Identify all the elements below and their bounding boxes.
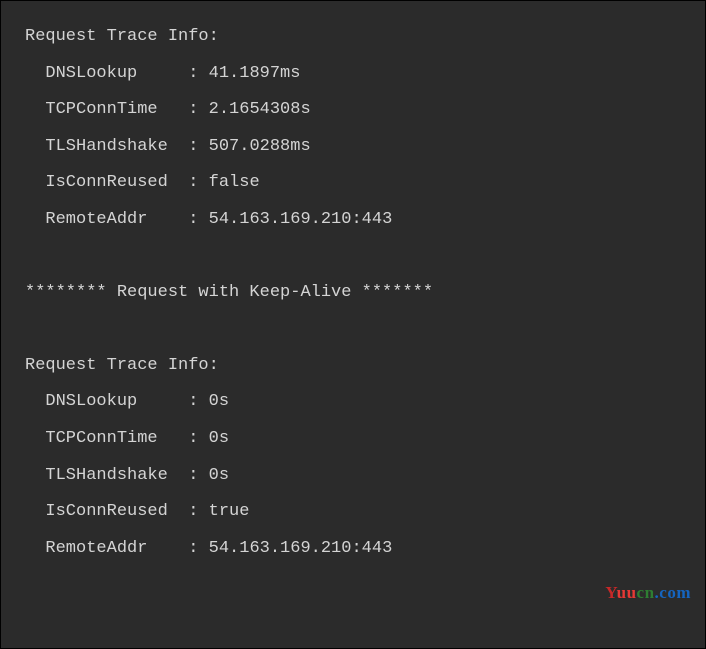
trace-value: 54.163.169.210:443 <box>209 539 393 558</box>
trace-label: DNSLookup <box>25 392 178 411</box>
trace-value: 2.1654308s <box>209 100 311 119</box>
trace-row: IsConnReused : false <box>25 165 705 202</box>
blank-line <box>25 238 705 275</box>
trace-label: RemoteAddr <box>25 210 178 229</box>
watermark: Yuucn.com <box>605 575 691 612</box>
trace-label: TCPConnTime <box>25 429 178 448</box>
trace-heading: Request Trace Info: <box>25 348 705 385</box>
trace-value: 0s <box>209 392 229 411</box>
trace-label: IsConnReused <box>25 502 178 521</box>
trace-label: TLSHandshake <box>25 466 178 485</box>
watermark-text: Y <box>605 583 616 602</box>
trace-row: DNSLookup : 0s <box>25 384 705 421</box>
trace-value: false <box>209 173 260 192</box>
trace-sep: : <box>178 210 209 229</box>
trace-value: 54.163.169.210:443 <box>209 210 393 229</box>
trace-row: RemoteAddr : 54.163.169.210:443 <box>25 202 705 239</box>
trace-sep: : <box>178 64 209 83</box>
trace-label: TLSHandshake <box>25 137 178 156</box>
trace-sep: : <box>178 539 209 558</box>
trace-row: TCPConnTime : 0s <box>25 421 705 458</box>
trace-label: DNSLookup <box>25 64 178 83</box>
trace-row: IsConnReused : true <box>25 494 705 531</box>
trace-value: 0s <box>209 466 229 485</box>
trace-value: 0s <box>209 429 229 448</box>
trace-sep: : <box>178 100 209 119</box>
trace-heading: Request Trace Info: <box>25 19 705 56</box>
trace-label: IsConnReused <box>25 173 178 192</box>
trace-sep: : <box>178 502 209 521</box>
trace-value: 507.0288ms <box>209 137 311 156</box>
trace-sep: : <box>178 173 209 192</box>
blank-line <box>25 311 705 348</box>
trace-label: TCPConnTime <box>25 100 178 119</box>
trace-row: TCPConnTime : 2.1654308s <box>25 92 705 129</box>
watermark-text: .com <box>655 583 691 602</box>
trace-value: 41.1897ms <box>209 64 301 83</box>
trace-sep: : <box>178 392 209 411</box>
trace-row: TLSHandshake : 0s <box>25 458 705 495</box>
section-separator: ******** Request with Keep-Alive ******* <box>25 275 705 312</box>
trace-label: RemoteAddr <box>25 539 178 558</box>
trace-sep: : <box>178 466 209 485</box>
trace-row: DNSLookup : 41.1897ms <box>25 56 705 93</box>
trace-value: true <box>209 502 250 521</box>
watermark-text: uu <box>617 583 637 602</box>
trace-sep: : <box>178 137 209 156</box>
trace-row: RemoteAddr : 54.163.169.210:443 <box>25 531 705 568</box>
watermark-text: cn <box>637 583 655 602</box>
trace-sep: : <box>178 429 209 448</box>
trace-row: TLSHandshake : 507.0288ms <box>25 129 705 166</box>
